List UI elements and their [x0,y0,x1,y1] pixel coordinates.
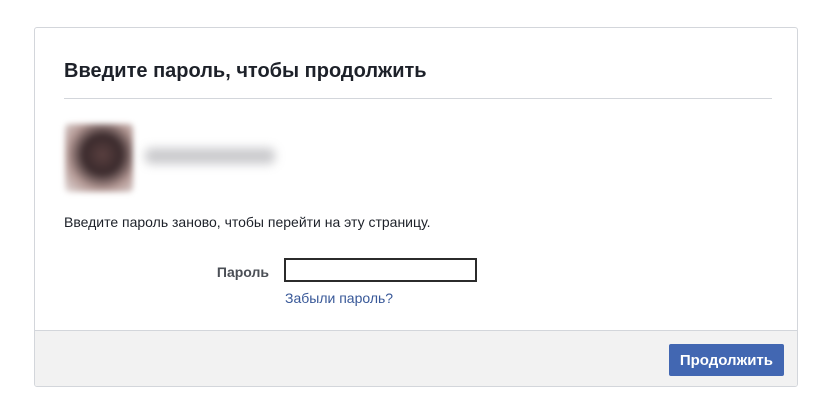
avatar [65,124,133,192]
password-input[interactable] [284,258,477,282]
continue-button[interactable]: Продолжить [668,344,784,376]
reauth-dialog: Введите пароль, чтобы продолжить Введите… [34,27,798,387]
password-label: Пароль [216,264,269,280]
dialog-header: Введите пароль, чтобы продолжить [64,58,772,99]
profile-summary [61,120,301,200]
dialog-footer: Продолжить [35,330,797,386]
dialog-title: Введите пароль, чтобы продолжить [64,60,427,82]
forgot-password-link[interactable]: Забыли пароль? [285,289,393,307]
blurred-username [145,148,275,164]
reauth-prompt-text: Введите пароль заново, чтобы перейти на … [64,214,431,230]
